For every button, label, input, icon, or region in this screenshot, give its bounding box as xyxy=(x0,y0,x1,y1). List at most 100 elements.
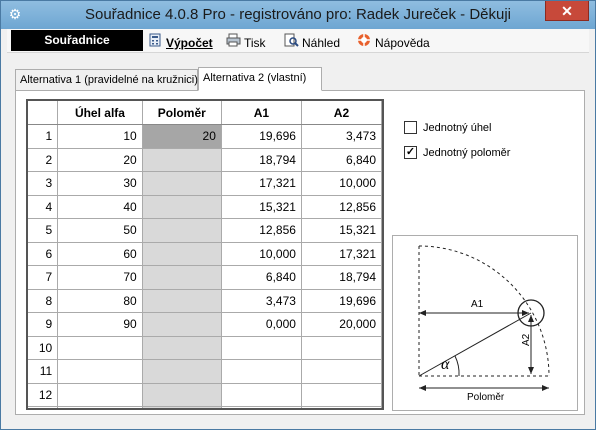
preview-icon xyxy=(283,33,299,52)
polomer-cell[interactable]: 20 xyxy=(142,124,222,149)
a1-cell[interactable]: 0,000 xyxy=(221,312,302,337)
polomer-cell[interactable] xyxy=(142,242,222,266)
a1-cell[interactable] xyxy=(221,406,302,408)
table-row[interactable]: 8 80 3,473 19,696 xyxy=(28,289,382,313)
polomer-cell[interactable] xyxy=(142,359,222,384)
menu-item-napoveda[interactable]: Nápověda xyxy=(356,33,430,50)
uhel-cell[interactable] xyxy=(57,336,143,360)
a2-cell[interactable]: 17,321 xyxy=(301,242,382,266)
calculator-icon xyxy=(147,33,163,52)
uhel-cell[interactable]: 90 xyxy=(57,312,143,337)
uhel-cell[interactable] xyxy=(57,406,143,408)
a2-cell[interactable] xyxy=(301,383,382,407)
uhel-cell[interactable]: 70 xyxy=(57,265,143,290)
row-number-cell: 10 xyxy=(28,336,59,360)
a1-cell[interactable]: 18,794 xyxy=(221,148,302,172)
table-row[interactable]: 9 90 0,000 20,000 xyxy=(28,312,382,337)
uhel-cell[interactable]: 30 xyxy=(57,171,143,196)
a2-cell[interactable]: 10,000 xyxy=(301,171,382,196)
polomer-cell[interactable] xyxy=(142,312,222,337)
table-row[interactable]: 10 xyxy=(28,336,382,360)
help-icon xyxy=(356,33,372,52)
a2-cell[interactable]: 18,794 xyxy=(301,265,382,290)
polomer-cell[interactable] xyxy=(142,336,222,360)
window-title: Souřadnice 4.0.8 Pro - registrováno pro:… xyxy=(84,6,512,23)
menu-item-souradnice[interactable]: Souřadnice xyxy=(11,30,143,51)
table-row[interactable]: 11 xyxy=(28,359,382,384)
a2-cell[interactable] xyxy=(301,359,382,384)
a2-cell[interactable]: 15,321 xyxy=(301,218,382,243)
uhel-cell[interactable] xyxy=(57,359,143,384)
tab-panel-alternativa-2: Úhel alfa Poloměr A1 A2 1 10 20 19,696 3,473… xyxy=(15,90,585,415)
uhel-cell[interactable]: 40 xyxy=(57,195,143,219)
app-window: ⚙ Souřadnice 4.0.8 Pro - registrováno pr… xyxy=(0,0,596,430)
menu-label-vypocet: Výpočet xyxy=(166,36,213,50)
uniform-radius-checkbox[interactable]: ✓ Jednotný poloměr xyxy=(404,145,510,162)
a1-cell[interactable]: 10,000 xyxy=(221,242,302,266)
table-row[interactable]: 1 10 20 19,696 3,473 xyxy=(28,124,382,149)
a1-cell[interactable]: 3,473 xyxy=(221,289,302,313)
column-header-polomer[interactable]: Poloměr xyxy=(142,101,222,125)
a1-cell[interactable] xyxy=(221,383,302,407)
uhel-cell[interactable]: 10 xyxy=(57,124,143,149)
table-row[interactable]: 12 xyxy=(28,383,382,407)
a1-cell[interactable]: 19,696 xyxy=(221,124,302,149)
table-row[interactable]: 13 xyxy=(28,406,382,408)
a1-cell[interactable]: 17,321 xyxy=(221,171,302,196)
a2-cell[interactable]: 19,696 xyxy=(301,289,382,313)
uhel-cell[interactable]: 60 xyxy=(57,242,143,266)
a2-cell[interactable]: 12,856 xyxy=(301,195,382,219)
menu-item-nahled[interactable]: Náhled xyxy=(283,33,340,50)
menu-label-tisk: Tisk xyxy=(244,36,266,50)
a2-cell[interactable] xyxy=(301,336,382,360)
menu-label-nahled: Náhled xyxy=(302,36,341,50)
a2-cell[interactable]: 20,000 xyxy=(301,312,382,337)
table-row[interactable]: 3 30 17,321 10,000 xyxy=(28,171,382,196)
table-row[interactable]: 2 20 18,794 6,840 xyxy=(28,148,382,172)
polomer-cell[interactable] xyxy=(142,195,222,219)
uhel-cell[interactable]: 80 xyxy=(57,289,143,313)
a2-label: A2 xyxy=(521,333,532,346)
uniform-angle-checkbox[interactable]: Jednotný úhel xyxy=(404,120,492,137)
polomer-cell[interactable] xyxy=(142,218,222,243)
tab-alternativa-2[interactable]: Alternativa 2 (vlastní) xyxy=(198,67,322,91)
polomer-cell[interactable] xyxy=(142,289,222,313)
a2-cell[interactable] xyxy=(301,406,382,408)
column-header-a1[interactable]: A1 xyxy=(221,101,302,125)
table-row[interactable]: 7 70 6,840 18,794 xyxy=(28,265,382,290)
title-bar[interactable]: ⚙ Souřadnice 4.0.8 Pro - registrováno pr… xyxy=(1,1,595,29)
uniform-angle-box[interactable] xyxy=(404,120,417,134)
a1-cell[interactable]: 15,321 xyxy=(221,195,302,219)
menu-item-vypocet[interactable]: Výpočet xyxy=(147,33,213,50)
uniform-radius-box[interactable]: ✓ xyxy=(404,145,417,159)
a2-cell[interactable]: 6,840 xyxy=(301,148,382,172)
a1-cell[interactable] xyxy=(221,359,302,384)
row-number-cell: 9 xyxy=(28,312,59,337)
a2-cell[interactable]: 3,473 xyxy=(301,124,382,149)
polomer-cell[interactable] xyxy=(142,148,222,172)
a1-cell[interactable] xyxy=(221,336,302,360)
table-row[interactable]: 6 60 10,000 17,321 xyxy=(28,242,382,266)
column-header-a2[interactable]: A2 xyxy=(301,101,382,125)
polomer-cell[interactable] xyxy=(142,406,222,408)
alpha-label: α xyxy=(441,356,450,373)
close-button[interactable]: ✕ xyxy=(545,1,589,21)
polomer-cell[interactable] xyxy=(142,171,222,196)
data-grid[interactable]: Úhel alfa Poloměr A1 A2 1 10 20 19,696 3,473… xyxy=(26,99,384,410)
table-row[interactable]: 4 40 15,321 12,856 xyxy=(28,195,382,219)
menu-item-tisk[interactable]: Tisk xyxy=(225,33,266,50)
row-number-cell: 12 xyxy=(28,383,59,407)
column-header-uhel-alfa[interactable]: Úhel alfa xyxy=(57,101,143,125)
table-row[interactable]: 5 50 12,856 15,321 xyxy=(28,218,382,243)
a1-cell[interactable]: 12,856 xyxy=(221,218,302,243)
uhel-cell[interactable]: 50 xyxy=(57,218,143,243)
menu-bar: Souřadnice Výpočet Tisk Náhled Nápověda xyxy=(7,29,589,53)
polomer-cell[interactable] xyxy=(142,265,222,290)
row-number-cell: 8 xyxy=(28,289,59,313)
a1-cell[interactable]: 6,840 xyxy=(221,265,302,290)
tab-alternativa-1[interactable]: Alternativa 1 (pravidelné na kružnici) xyxy=(15,69,198,91)
polomer-cell[interactable] xyxy=(142,383,222,407)
uhel-cell[interactable] xyxy=(57,383,143,407)
uhel-cell[interactable]: 20 xyxy=(57,148,143,172)
grid-header-row: Úhel alfa Poloměr A1 A2 xyxy=(28,101,382,125)
